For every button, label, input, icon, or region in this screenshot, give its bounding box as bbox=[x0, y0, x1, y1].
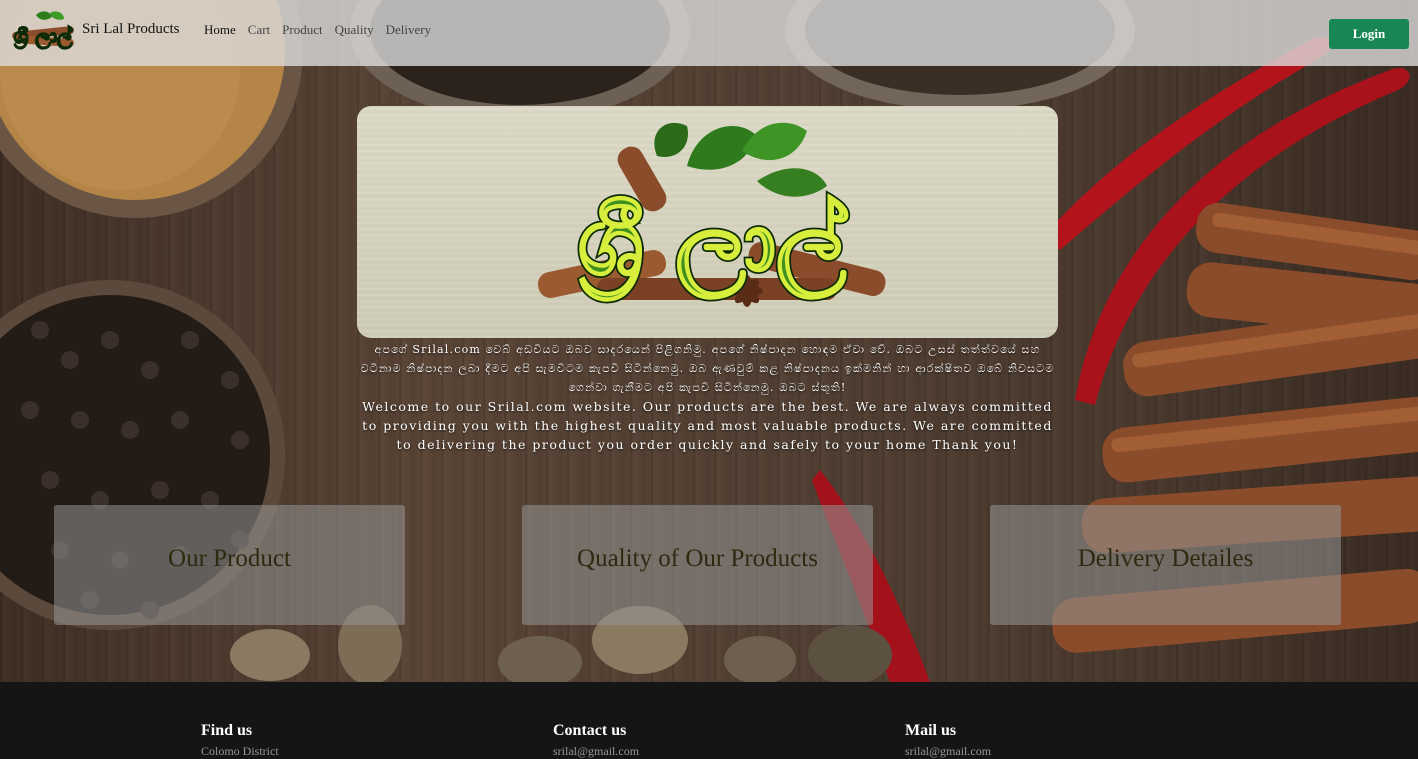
feature-quality[interactable]: Quality of Our Products bbox=[522, 505, 873, 625]
feature-delivery[interactable]: Delivery Detailes bbox=[990, 505, 1341, 625]
brand-logo[interactable]: ශ්‍රී ලාල් bbox=[6, 9, 80, 53]
footer-mail-us: Mail us srilal@gmail.com bbox=[905, 722, 991, 759]
welcome-text-english: Welcome to our Srilal.com website. Our p… bbox=[362, 399, 1053, 452]
footer-title: Mail us bbox=[905, 722, 957, 739]
feature-our-product[interactable]: Our Product bbox=[54, 505, 405, 625]
nav-product[interactable]: Product bbox=[282, 22, 322, 38]
nav-quality[interactable]: Quality bbox=[335, 22, 374, 38]
footer-value: Colomo District bbox=[201, 744, 279, 758]
feature-label: Delivery Detailes bbox=[1077, 545, 1254, 572]
login-button[interactable]: Login bbox=[1329, 19, 1409, 49]
top-navbar: ශ්‍රී ලාල් Sri Lal Products Home Cart Pr… bbox=[0, 0, 1418, 66]
footer-find-us: Find us Colomo District bbox=[201, 722, 279, 759]
logo-text: ශ්‍රී ලාල් bbox=[14, 24, 73, 50]
feature-label: Quality of Our Products bbox=[577, 545, 818, 572]
footer-title: Find us bbox=[201, 722, 253, 739]
brand-name[interactable]: Sri Lal Products bbox=[82, 21, 180, 38]
footer-contact-us: Contact us srilal@gmail.com bbox=[553, 722, 639, 759]
main-nav: Home Cart Product Quality Delivery bbox=[204, 22, 443, 38]
hero-logo-image: ශ්‍රී ලාල් ශ්‍රී ලාල් bbox=[537, 122, 886, 307]
footer-value[interactable]: srilal@gmail.com bbox=[553, 744, 639, 759]
hero-logo-card: ශ්‍රී ලාල් ශ්‍රී ලාල් bbox=[357, 106, 1058, 338]
nav-home[interactable]: Home bbox=[204, 22, 236, 38]
hero-logo-outline: ශ්‍රී ලාල් bbox=[578, 189, 849, 302]
welcome-text-sinhala: අපගේ Srilal.com වෙබ් අඩවියට ඔබව සාදරයෙන්… bbox=[360, 343, 1055, 394]
footer-value[interactable]: srilal@gmail.com bbox=[905, 744, 991, 759]
nav-cart[interactable]: Cart bbox=[248, 22, 270, 38]
logo-icon: ශ්‍රී ලාල් bbox=[12, 11, 74, 51]
footer-title: Contact us bbox=[553, 722, 627, 739]
nav-delivery[interactable]: Delivery bbox=[386, 22, 431, 38]
footer: Find us Colomo District Contact us srila… bbox=[0, 682, 1418, 758]
hero-welcome-text: අපගේ Srilal.com වෙබ් අඩවියට ඔබව සාදරයෙන්… bbox=[357, 340, 1058, 454]
feature-label: Our Product bbox=[168, 545, 291, 572]
